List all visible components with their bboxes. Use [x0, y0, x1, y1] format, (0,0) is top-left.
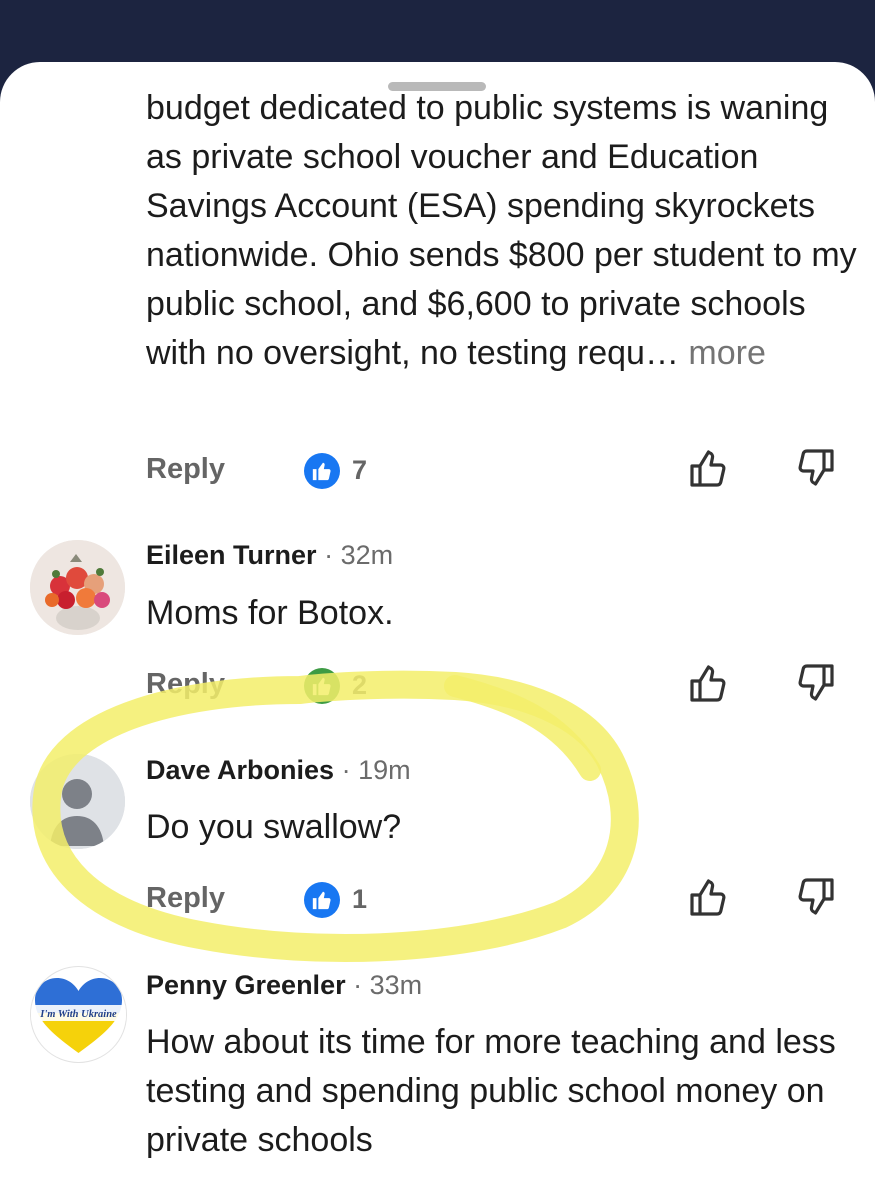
- author-name[interactable]: Penny Greenler: [146, 970, 346, 1000]
- avatar[interactable]: I'm With Ukraine: [30, 966, 127, 1063]
- comment-author-line: Eileen Turner · 32m: [146, 540, 393, 571]
- comment-text: budget dedicated to public systems is wa…: [146, 89, 857, 372]
- comments-sheet: budget dedicated to public systems is wa…: [0, 62, 875, 1200]
- author-name[interactable]: Eileen Turner: [146, 540, 317, 570]
- thumbs-down-icon[interactable]: [796, 876, 836, 923]
- comment-author-line: Dave Arbonies · 19m: [146, 755, 411, 786]
- like-count: 2: [352, 670, 368, 700]
- comment-text: Do you swallow?: [146, 808, 402, 846]
- thumbs-down-icon[interactable]: [796, 662, 836, 709]
- thumbs-up-icon[interactable]: [688, 876, 728, 923]
- comment-action-row: Reply 2: [0, 660, 875, 710]
- ukraine-heart-avatar-image: I'm With Ukraine: [31, 978, 126, 1053]
- default-person-icon: [30, 754, 125, 849]
- timestamp: 33m: [369, 970, 423, 1000]
- thumbs-down-icon[interactable]: [796, 447, 836, 494]
- reply-button[interactable]: Reply: [146, 668, 225, 701]
- thumbs-up-icon[interactable]: [688, 662, 728, 709]
- like-reaction-icon: [304, 882, 340, 918]
- author-name[interactable]: Dave Arbonies: [146, 755, 334, 785]
- comment-author-line: Penny Greenler · 33m: [146, 970, 422, 1001]
- comment-action-row: Reply 7: [0, 445, 875, 495]
- comment-action-row: Reply 1: [0, 874, 875, 924]
- more-link[interactable]: more: [688, 334, 765, 372]
- separator-dot: ·: [324, 540, 334, 570]
- flower-bouquet-avatar-image: [30, 540, 125, 635]
- reply-button[interactable]: Reply: [146, 882, 225, 915]
- like-count: 7: [352, 455, 368, 485]
- like-reaction-icon: [304, 453, 340, 489]
- avatar-caption: I'm With Ukraine: [39, 1009, 117, 1020]
- comment-text: Moms for Botox.: [146, 594, 394, 632]
- separator-dot: ·: [341, 755, 351, 785]
- like-count: 1: [352, 884, 368, 914]
- thumbs-up-icon[interactable]: [688, 447, 728, 494]
- like-reaction-icon: [304, 668, 340, 704]
- avatar[interactable]: [30, 540, 125, 635]
- timestamp: 19m: [358, 755, 411, 785]
- comment-body: budget dedicated to public systems is wa…: [146, 84, 866, 378]
- separator-dot: ·: [353, 970, 363, 1000]
- avatar[interactable]: [30, 754, 125, 849]
- comment-text: How about its time for more teaching and…: [146, 1023, 836, 1159]
- timestamp: 32m: [340, 540, 394, 570]
- reply-button[interactable]: Reply: [146, 453, 225, 486]
